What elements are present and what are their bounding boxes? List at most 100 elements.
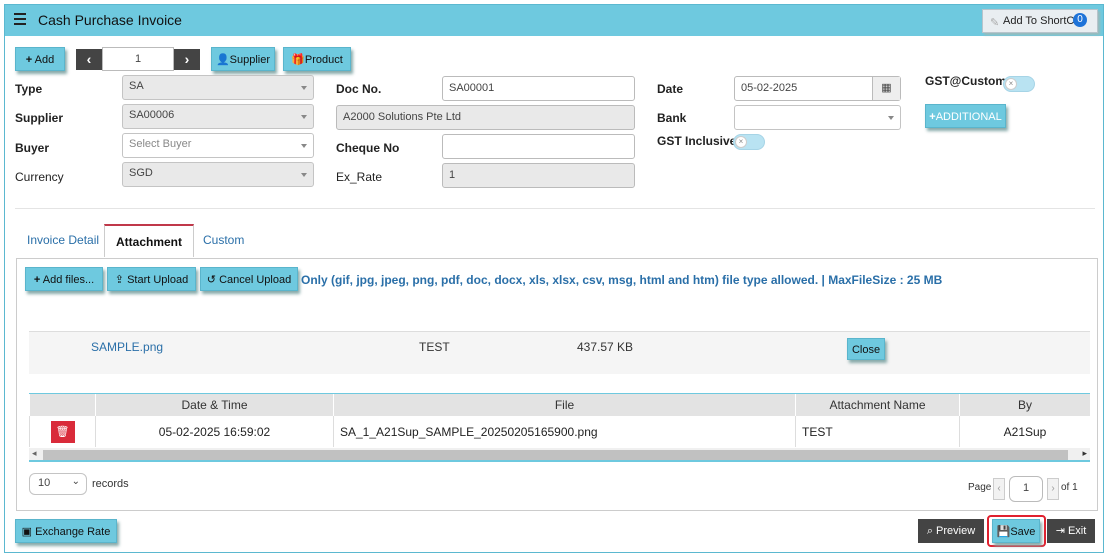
- scrollbar-thumb[interactable]: [43, 450, 1068, 460]
- gst-custom-toggle[interactable]: ×: [1003, 76, 1035, 92]
- chevron-down-icon: ⌄: [71, 476, 80, 487]
- column-header-file[interactable]: File: [333, 394, 796, 416]
- add-button-label: Add: [34, 54, 55, 66]
- gst-custom-label: GST@Custom: [925, 74, 1007, 88]
- gst-inclusive-toggle[interactable]: ×: [733, 134, 765, 150]
- pencil-icon: ✎: [990, 17, 1000, 29]
- product-button[interactable]: 🎁Product: [283, 47, 351, 71]
- hamburger-menu-icon[interactable]: [14, 13, 26, 25]
- chevron-right-icon: ›: [1051, 483, 1055, 494]
- exit-label: Exit: [1067, 525, 1087, 537]
- column-header-attachment-name[interactable]: Attachment Name: [795, 394, 960, 416]
- save-button[interactable]: 💾Save: [992, 519, 1040, 543]
- page-size-value: 10: [38, 477, 51, 489]
- type-select-value: SA: [129, 80, 144, 92]
- currency-select[interactable]: SGD: [122, 162, 314, 187]
- scroll-left-icon[interactable]: ◂: [32, 448, 37, 459]
- preview-button[interactable]: ⌕ Preview: [918, 519, 984, 543]
- page-size-select[interactable]: 10 ⌄: [29, 473, 87, 495]
- shortcut-count-badge: 0: [1073, 13, 1087, 27]
- pending-file-title: TEST: [419, 340, 450, 354]
- calendar-icon[interactable]: ▦: [872, 77, 900, 100]
- buyer-select-placeholder: Select Buyer: [129, 138, 192, 150]
- close-icon: ×: [1005, 78, 1017, 90]
- type-label: Type: [15, 82, 43, 96]
- table-cell-action: 🗑: [29, 416, 96, 447]
- supplier-button-label: Supplier: [229, 54, 271, 66]
- docno-input[interactable]: SA00001: [442, 76, 635, 101]
- chevron-down-icon: [888, 116, 894, 120]
- table-cell-by: A21Sup: [959, 416, 1090, 447]
- gst-inclusive-label: GST Inclusive: [657, 134, 737, 148]
- supplier-select[interactable]: SA00006: [122, 104, 314, 129]
- upload-info-text: Only (gif, jpg, jpeg, png, pdf, doc, doc…: [301, 273, 943, 287]
- cheque-input[interactable]: [442, 134, 635, 159]
- start-upload-label: Start Upload: [127, 274, 189, 286]
- records-label: records: [92, 478, 129, 490]
- supplier-select-value: SA00006: [129, 109, 175, 121]
- table-cell-datetime: 05-02-2025 16:59:02: [95, 416, 334, 447]
- table-cell-attachment-name: TEST: [795, 416, 960, 447]
- add-button[interactable]: + Add: [15, 47, 65, 71]
- currency-label: Currency: [15, 170, 64, 184]
- page-number-input[interactable]: 1: [1009, 476, 1043, 502]
- next-record-button[interactable]: ›: [174, 49, 200, 70]
- exchange-rate-label: Exchange Rate: [35, 526, 111, 538]
- table-cell-file-link[interactable]: SA_1_A21Sup_SAMPLE_20250205165900.png: [333, 416, 796, 447]
- tab-custom[interactable]: Custom: [203, 224, 244, 257]
- date-input[interactable]: 05-02-2025 ▦: [734, 76, 901, 101]
- chevron-down-icon: [301, 144, 307, 148]
- preview-label: Preview: [936, 525, 976, 537]
- chevron-down-icon: [301, 86, 307, 90]
- supplier-label: Supplier: [15, 111, 64, 125]
- buyer-label: Buyer: [15, 141, 50, 155]
- cancel-upload-label: Cancel Upload: [219, 274, 292, 286]
- prev-record-button[interactable]: ‹: [76, 49, 102, 70]
- add-files-button[interactable]: + Add files...: [25, 267, 103, 291]
- upload-icon: ⇪: [114, 274, 124, 286]
- next-page-button[interactable]: ›: [1047, 478, 1059, 500]
- exit-button[interactable]: ⇥ Exit: [1047, 519, 1095, 543]
- record-number-input[interactable]: 1: [102, 47, 174, 71]
- close-button[interactable]: Close: [847, 338, 885, 360]
- plus-icon: +: [25, 54, 33, 66]
- cancel-upload-button[interactable]: ↺ Cancel Upload: [200, 267, 298, 291]
- tab-invoice-detail[interactable]: Invoice Detail: [27, 224, 99, 257]
- plus-icon: +: [33, 274, 41, 286]
- bank-label: Bank: [657, 111, 687, 125]
- title-bar: Cash Purchase Invoice ✎ Add To ShortCut …: [5, 5, 1103, 36]
- tab-attachment[interactable]: Attachment: [104, 224, 195, 257]
- scroll-right-icon[interactable]: ▸: [1082, 448, 1087, 459]
- supplier-name-field: A2000 Solutions Pte Ltd: [336, 105, 635, 130]
- chevron-left-icon: ‹: [86, 51, 92, 67]
- column-header-datetime[interactable]: Date & Time: [95, 394, 334, 416]
- table-header-row: Date & Time File Attachment Name By: [29, 394, 1090, 416]
- pending-file-name[interactable]: SAMPLE.png: [91, 340, 163, 354]
- column-header-by[interactable]: By: [959, 394, 1090, 416]
- start-upload-button[interactable]: ⇪ Start Upload: [107, 267, 196, 291]
- search-icon: ⌕: [926, 525, 933, 537]
- horizontal-scrollbar[interactable]: ◂ ▸: [29, 448, 1090, 462]
- close-icon: ×: [735, 136, 747, 148]
- add-to-shortcut-button[interactable]: ✎ Add To ShortCut 0: [982, 9, 1098, 33]
- trash-icon[interactable]: 🗑: [50, 420, 75, 443]
- page-count-label: of 1: [1061, 482, 1078, 493]
- buyer-select[interactable]: Select Buyer: [122, 133, 314, 158]
- docno-label: Doc No.: [336, 82, 382, 96]
- chevron-down-icon: [301, 115, 307, 119]
- gift-icon: 🎁: [291, 54, 305, 66]
- page-title: Cash Purchase Invoice: [38, 12, 182, 28]
- add-to-shortcut-label: Add To ShortCut: [1003, 15, 1084, 27]
- exrate-input[interactable]: 1: [442, 163, 635, 188]
- date-label: Date: [657, 82, 684, 96]
- supplier-button[interactable]: 👤Supplier: [211, 47, 275, 71]
- cheque-label: Cheque No: [336, 141, 400, 155]
- pending-file-size: 437.57 KB: [577, 340, 634, 354]
- prev-page-button[interactable]: ‹: [993, 478, 1005, 500]
- section-divider: [15, 208, 1095, 209]
- attachments-table: Date & Time File Attachment Name By 🗑 05…: [29, 394, 1090, 447]
- type-select[interactable]: SA: [122, 75, 314, 100]
- exchange-rate-button[interactable]: ▣ Exchange Rate: [15, 519, 117, 543]
- bank-select[interactable]: [734, 105, 901, 130]
- additional-button[interactable]: +ADDITIONAL: [925, 104, 1006, 128]
